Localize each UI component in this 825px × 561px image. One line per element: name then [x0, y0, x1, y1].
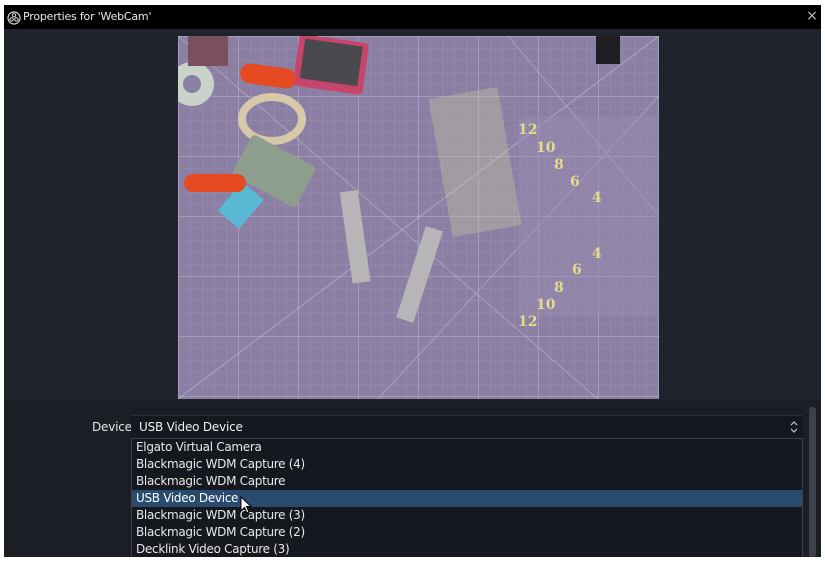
webcam-preview: 12 10 8 6 4 4 6 8 10 12	[178, 36, 659, 399]
mat-number: 8	[554, 157, 564, 173]
mat-number: 8	[554, 280, 564, 296]
mat-number: 6	[572, 262, 582, 278]
preview-area: 12 10 8 6 4 4 6 8 10 12	[4, 29, 821, 400]
dropdown-option[interactable]: Blackmagic WDM Capture	[132, 473, 802, 490]
dropdown-option[interactable]: Blackmagic WDM Capture (2)	[132, 524, 802, 541]
mat-number: 4	[592, 190, 602, 206]
device-label: Device	[92, 420, 132, 434]
mat-number: 6	[570, 174, 580, 190]
mat-number: 4	[592, 246, 602, 262]
scrollbar[interactable]	[809, 407, 816, 557]
scrollbar-thumb[interactable]	[809, 407, 816, 557]
dropdown-option[interactable]: Blackmagic WDM Capture (4)	[132, 456, 802, 473]
select-arrows-icon	[789, 419, 799, 435]
device-select[interactable]: USB Video Device	[131, 415, 803, 438]
mat-number: 12	[518, 122, 537, 138]
mat-number: 10	[536, 297, 556, 313]
window-title: Properties for 'WebCam'	[23, 10, 152, 23]
mat-number: 10	[536, 140, 556, 156]
close-icon[interactable]: ×	[805, 7, 819, 25]
mouse-cursor-icon	[240, 495, 254, 516]
obs-logo-icon	[7, 10, 21, 25]
properties-panel: Device USB Video Device Elgato Virtual C…	[4, 400, 821, 557]
dropdown-option-selected[interactable]: USB Video Device	[132, 490, 802, 507]
mat-number: 12	[518, 314, 537, 330]
dropdown-option[interactable]: Elgato Virtual Camera	[132, 439, 802, 456]
dropdown-option[interactable]: Decklink Video Capture (3)	[132, 541, 802, 557]
dropdown-option[interactable]: Blackmagic WDM Capture (3)	[132, 507, 802, 524]
device-dropdown-list: Elgato Virtual Camera Blackmagic WDM Cap…	[131, 438, 803, 557]
properties-window: Properties for 'WebCam' × 12 10 8 6 4 4 …	[4, 5, 821, 557]
title-bar: Properties for 'WebCam' ×	[4, 5, 821, 29]
device-select-value: USB Video Device	[139, 420, 243, 434]
